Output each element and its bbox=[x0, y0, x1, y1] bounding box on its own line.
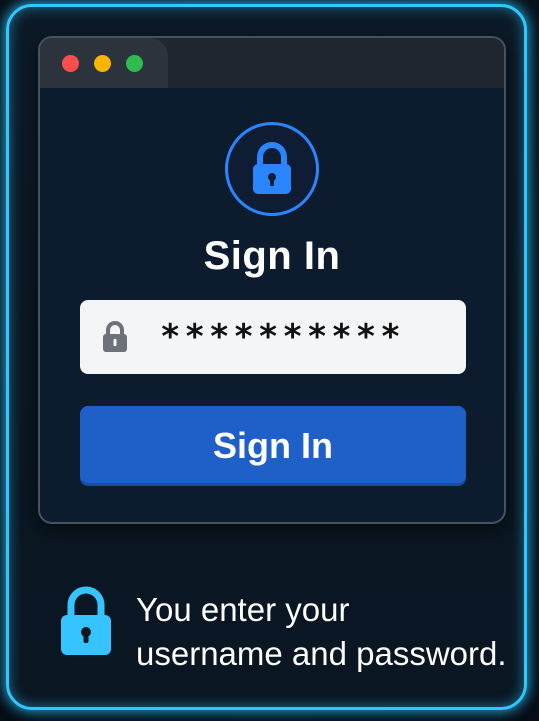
stage: Sign In Sign In You enter your username … bbox=[0, 0, 539, 721]
lock-badge bbox=[225, 122, 319, 216]
password-field[interactable] bbox=[80, 300, 466, 374]
lock-icon bbox=[103, 321, 127, 352]
caption: You enter your username and password. bbox=[136, 588, 516, 676]
minimize-button[interactable] bbox=[94, 55, 111, 72]
maximize-button[interactable] bbox=[126, 55, 143, 72]
password-input[interactable] bbox=[160, 312, 450, 362]
close-button[interactable] bbox=[62, 55, 79, 72]
caption-line-2: username and password. bbox=[136, 635, 507, 672]
lock-icon bbox=[61, 586, 111, 655]
page-title: Sign In bbox=[203, 234, 341, 278]
sign-in-button[interactable]: Sign In bbox=[80, 406, 466, 486]
caption-line-1: You enter your bbox=[136, 591, 350, 628]
login-window: Sign In Sign In bbox=[38, 36, 506, 524]
window-titlebar bbox=[40, 38, 504, 88]
lock-icon bbox=[253, 142, 291, 194]
